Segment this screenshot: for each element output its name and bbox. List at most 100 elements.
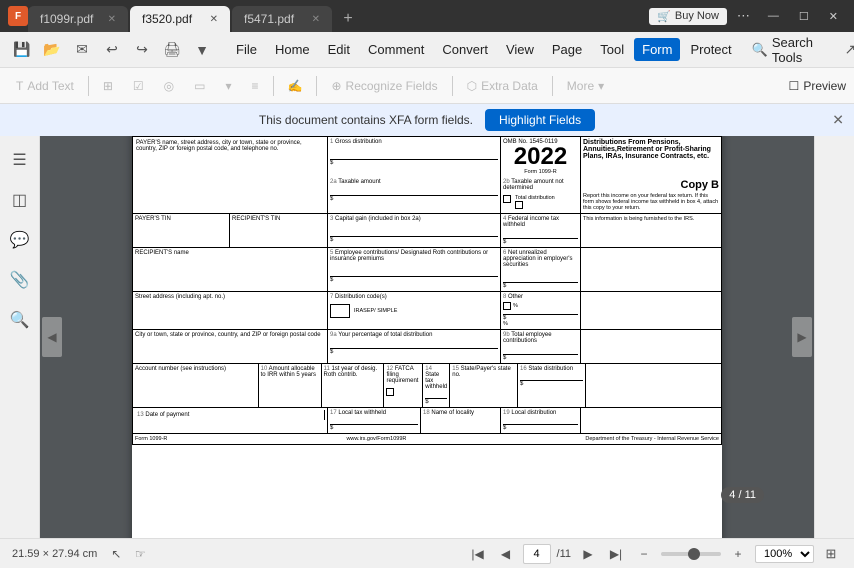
- page-nav-right-button[interactable]: ▶: [792, 317, 812, 357]
- first-page-button[interactable]: |◀: [467, 543, 489, 565]
- title-bar-right: 🛒 Buy Now ⋯ — ☐ ✕: [649, 6, 846, 26]
- buy-now-label: Buy Now: [675, 10, 719, 22]
- copy-b-desc: Report this income on your federal tax r…: [583, 193, 719, 211]
- tab-label: f5471.pdf: [244, 12, 294, 26]
- dropdown-icon-button[interactable]: ▼: [188, 36, 216, 64]
- tab-label: f3520.pdf: [142, 12, 192, 26]
- recognize-fields-button[interactable]: ⊕ Recognize Fields: [323, 76, 445, 96]
- more-button[interactable]: More ▾: [559, 76, 612, 96]
- box13-label: Date of payment: [145, 412, 189, 418]
- save-icon-button[interactable]: 💾: [8, 36, 36, 64]
- zoom-thumb[interactable]: [688, 548, 700, 560]
- maximize-button[interactable]: ☐: [791, 8, 817, 25]
- extra-data-button[interactable]: ⬡ Extra Data: [459, 76, 546, 96]
- box2b-cell: 2b Taxable amount not determined Total d…: [501, 177, 581, 213]
- tab-f3520[interactable]: f3520.pdf ✕: [130, 6, 230, 32]
- irs-info-cell: This information is being furnished to t…: [581, 214, 721, 247]
- sign-button[interactable]: ✍: [280, 76, 311, 96]
- page-nav-left-button[interactable]: ◀: [42, 317, 62, 357]
- align-button[interactable]: ⊞: [95, 76, 121, 96]
- copy-b-label: Copy B: [583, 179, 719, 191]
- box14-label: State tax withheld: [425, 372, 447, 390]
- menu-bar: 💾 📂 ✉ ↩ ↪ 🖨 ▼ File Home Edit Comment Con…: [0, 32, 854, 68]
- panels-icon-button[interactable]: ☰: [4, 144, 36, 176]
- menu-item-comment[interactable]: Comment: [360, 38, 432, 61]
- tab-close-icon[interactable]: ✕: [108, 14, 116, 25]
- tab-close-icon[interactable]: ✕: [210, 14, 218, 25]
- close-button[interactable]: ✕: [821, 8, 846, 25]
- text-field-button[interactable]: ▭: [186, 76, 213, 96]
- dropdown-field-button[interactable]: ▾: [217, 76, 239, 96]
- zoom-out-button[interactable]: −: [633, 543, 655, 565]
- tab-f1099r[interactable]: f1099r.pdf ✕: [28, 6, 128, 32]
- bookmark-icon-button[interactable]: ◫: [4, 184, 36, 216]
- box10-label: Amount allocable to IRR within 5 years: [261, 366, 316, 378]
- box18-label: Name of locality: [431, 410, 474, 416]
- open-icon-button[interactable]: 📂: [38, 36, 66, 64]
- radio-button[interactable]: ◎: [156, 76, 182, 96]
- attachment-icon-button[interactable]: 📎: [4, 264, 36, 296]
- title-bar: F f1099r.pdf ✕ f3520.pdf ✕ f5471.pdf ✕ +…: [0, 0, 854, 32]
- cursor-tool-button[interactable]: ↖: [105, 543, 127, 565]
- menu-item-tool[interactable]: Tool: [592, 38, 632, 61]
- menu-item-protect[interactable]: Protect: [682, 38, 739, 61]
- list-field-button[interactable]: ≡: [244, 76, 267, 96]
- add-tab-button[interactable]: +: [334, 6, 362, 32]
- quick-access-toolbar: 💾 📂 ✉ ↩ ↪ 🖨 ▼: [8, 36, 216, 64]
- minimize-button[interactable]: —: [760, 8, 787, 24]
- menu-item-form[interactable]: Form: [634, 38, 680, 61]
- toolbar-separator4: [452, 76, 453, 96]
- menu-item-home[interactable]: Home: [267, 38, 318, 61]
- zoom-in-button[interactable]: +: [727, 543, 749, 565]
- recognize-icon: ⊕: [331, 79, 341, 93]
- menu-item-page[interactable]: Page: [544, 38, 590, 61]
- search-icon-button[interactable]: 🔍: [4, 304, 36, 336]
- bottom-bar: 21.59 × 27.94 cm ↖ ☞ |◀ ◀ /11 ▶ ▶| − + 1…: [0, 538, 854, 568]
- recipient-name-label: RECIPIENT'S name: [135, 250, 189, 256]
- next-page-button[interactable]: ▶: [577, 543, 599, 565]
- buy-now-button[interactable]: 🛒 Buy Now: [649, 8, 727, 25]
- box5-cell: 5 Employee contributions/ Designated Rot…: [328, 248, 501, 291]
- street-cell: Street address (including apt. no.): [133, 292, 328, 329]
- view-mode-button[interactable]: ⊞: [820, 543, 842, 565]
- preview-checkbox[interactable]: ☐: [789, 79, 800, 93]
- share-button[interactable]: ↗: [840, 36, 854, 64]
- menu-item-view[interactable]: View: [498, 38, 542, 61]
- search-tools-button[interactable]: 🔍 Search Tools: [742, 31, 836, 69]
- add-text-button[interactable]: T Add Text: [8, 76, 82, 96]
- print-icon-button[interactable]: 🖨: [158, 36, 186, 64]
- menu-item-file[interactable]: File: [228, 38, 265, 61]
- page-badge: 4 / 11: [721, 487, 764, 503]
- city-cell: City or town, state or province, country…: [133, 330, 328, 363]
- payer-info-cell: PAYER'S name, street address, city or to…: [133, 137, 328, 177]
- app-icon: F: [8, 6, 28, 26]
- tab-f5471[interactable]: f5471.pdf ✕: [232, 6, 332, 32]
- dimensions-label: 21.59 × 27.94 cm: [12, 548, 97, 560]
- checkbox-button[interactable]: ☑: [125, 76, 152, 96]
- box4-cell: 4 Federal income tax withheld $: [501, 214, 581, 247]
- more-options-button[interactable]: ⋯: [731, 6, 756, 26]
- highlight-fields-button[interactable]: Highlight Fields: [485, 109, 595, 131]
- page-number-input[interactable]: [523, 544, 551, 564]
- email-icon-button[interactable]: ✉: [68, 36, 96, 64]
- zoom-slider[interactable]: [661, 552, 721, 556]
- box16-label: State distribution: [528, 366, 573, 372]
- prev-page-button[interactable]: ◀: [495, 543, 517, 565]
- zoom-level-select[interactable]: 100% 75% 125% 150%: [755, 545, 814, 563]
- undo-icon-button[interactable]: ↩: [98, 36, 126, 64]
- box5-label: Employee contributions/ Designated Roth …: [330, 250, 488, 262]
- recipient-tin-label: RECIPIENT'S TIN: [232, 216, 280, 222]
- form-toolbar: T Add Text ⊞ ☑ ◎ ▭ ▾ ≡ ✍ ⊕ Recognize Fie…: [0, 68, 854, 104]
- toolbar-separator3: [316, 76, 317, 96]
- hand-tool-button[interactable]: ☞: [129, 543, 151, 565]
- comment-icon-button[interactable]: 💬: [4, 224, 36, 256]
- menu-item-edit[interactable]: Edit: [320, 38, 358, 61]
- menu-item-convert[interactable]: Convert: [434, 38, 496, 61]
- notification-message: This document contains XFA form fields.: [259, 113, 473, 127]
- box15-label: State/Payer's state no.: [452, 366, 511, 378]
- tab-close-icon[interactable]: ✕: [312, 14, 320, 25]
- last-page-button[interactable]: ▶|: [605, 543, 627, 565]
- preview-toggle[interactable]: ☐ Preview: [789, 79, 846, 93]
- redo-icon-button[interactable]: ↪: [128, 36, 156, 64]
- notification-close-button[interactable]: ✕: [832, 112, 844, 129]
